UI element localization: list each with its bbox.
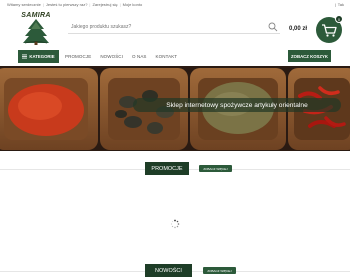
nav-item-o-nas[interactable]: O NAS — [132, 54, 147, 59]
top-links: Witamy serdecznie | Jesteś tu pierwszy r… — [7, 2, 142, 7]
cart-total[interactable]: 0,00 zł — [289, 26, 307, 32]
site-logo[interactable]: SAMIRA — [18, 12, 54, 46]
top-link-separator: | — [89, 2, 91, 7]
nav-item-nowosci[interactable]: NOWOŚCI — [100, 54, 123, 59]
search-input[interactable] — [68, 20, 263, 33]
nav-menu: PROMOCJE NOWOŚCI O NAS KONTAKT — [65, 54, 177, 59]
lang-separator: | — [334, 2, 336, 7]
welcome-text: Witamy serdecznie — [7, 2, 41, 7]
menu-icon — [22, 54, 28, 59]
categories-button[interactable]: KATEGORIE — [18, 50, 59, 63]
categories-label: KATEGORIE — [29, 54, 55, 59]
top-utility-bar: Witamy serdecznie | Jesteś tu pierwszy r… — [0, 0, 350, 9]
search-icon[interactable] — [268, 22, 278, 32]
search-bar[interactable] — [68, 20, 280, 34]
news-heading: NOWOŚCI — [145, 264, 192, 277]
nav-item-promocje[interactable]: PROMOCJE — [65, 54, 91, 59]
my-account-link[interactable]: Moje konto — [123, 2, 143, 7]
tree-logo-icon — [23, 19, 49, 45]
view-basket-button[interactable]: ZOBACZ KOSZYK — [288, 50, 331, 62]
hero-caption: Sklep internetowy spożywcze artykuły ori… — [133, 98, 341, 112]
nav-item-kontakt[interactable]: KONTAKT — [156, 54, 178, 59]
lang-label[interactable]: Tak — [338, 2, 344, 7]
news-more-button[interactable]: ZOBACZ WIĘCEJ — [203, 267, 236, 274]
language-switch[interactable]: | Tak — [335, 2, 344, 7]
loading-spinner-icon — [170, 219, 180, 229]
promotions-heading: PROMOCJE — [145, 162, 189, 175]
cart-count-badge: 0 — [335, 15, 343, 23]
first-time-link[interactable]: Jesteś tu pierwszy raz? — [46, 2, 88, 7]
top-link-separator: | — [119, 2, 121, 7]
promotions-more-button[interactable]: ZOBACZ WIĘCEJ — [199, 165, 232, 172]
top-link-separator: | — [42, 2, 44, 7]
register-link[interactable]: Zarejestruj się — [92, 2, 117, 7]
main-navbar: KATEGORIE PROMOCJE NOWOŚCI O NAS KONTAKT… — [0, 49, 350, 64]
